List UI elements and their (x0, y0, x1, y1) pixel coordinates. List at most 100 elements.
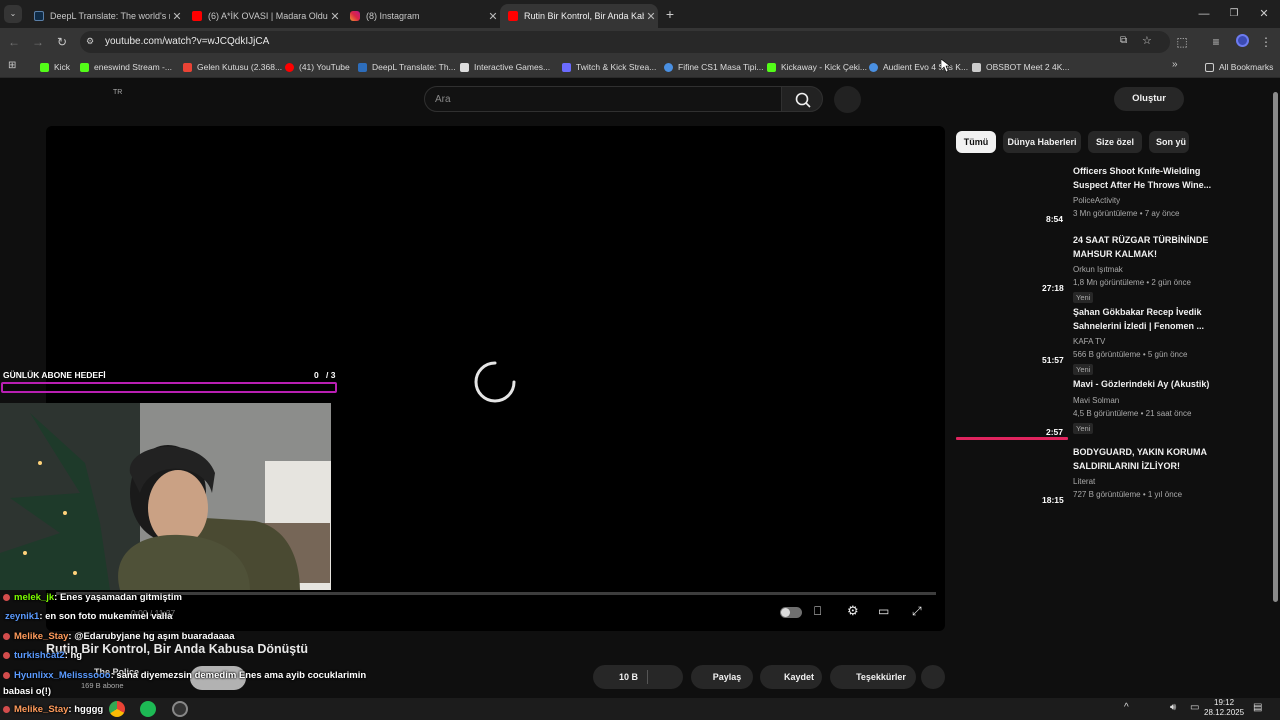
chrome-taskbar-icon[interactable] (109, 701, 125, 717)
search-input[interactable]: Ara (424, 86, 782, 112)
chat-message: Melike_Stay: @Edarubyjane hg aşım buarad… (3, 631, 234, 642)
goal-current: 0 (314, 370, 319, 380)
bookmark-item[interactable]: Gelen Kutusu (2.368... (183, 60, 282, 74)
video-meta: 1,8 Mn görüntüleme • 2 gün önce (1073, 278, 1191, 287)
bookmark-item[interactable]: eneswind Stream -... (80, 60, 172, 74)
channel-name[interactable]: Literat (1073, 477, 1213, 486)
chip-for-you[interactable]: Size özel (1088, 131, 1142, 153)
video-title[interactable]: Officers Shoot Knife-Wielding Suspect Af… (1073, 165, 1213, 192)
new-tab-button[interactable]: + (662, 6, 678, 22)
channel-name[interactable]: PoliceActivity (1073, 196, 1213, 205)
chevron-up-icon[interactable]: ^ (1124, 702, 1129, 713)
bookmark-item[interactable]: OBSBOT Meet 2 4K... (972, 60, 1069, 74)
close-icon[interactable]: ✕ (170, 10, 184, 23)
chip-world-news[interactable]: Dünya Haberleri (1003, 131, 1081, 153)
share-button[interactable]: Paylaş (691, 665, 753, 689)
badge-icon (3, 632, 10, 640)
bookmark-item[interactable]: DeepL Translate: Th... (358, 60, 456, 74)
url-text[interactable]: youtube.com/watch?v=wJCQdkIJjCA (105, 36, 269, 47)
bookmark-item[interactable]: Twitch & Kick Strea... (562, 60, 656, 74)
video-duration: 8:54 (1046, 214, 1064, 224)
tab-deepl[interactable]: DeepL Translate: The world's m ✕ (26, 4, 184, 28)
thanks-button[interactable]: Teşekkürler (830, 665, 916, 689)
chip-recent[interactable]: Son yü (1149, 131, 1189, 153)
site-info-icon[interactable]: ⚙ (86, 36, 94, 47)
bookmark-item[interactable]: Kickaway - Kick Çeki... (767, 60, 867, 74)
youtube-favicon-icon (192, 11, 202, 21)
chat-username: turkishcat2 (14, 650, 65, 661)
bookmark-star-icon[interactable]: ☆ (1142, 34, 1152, 47)
apps-grid-icon[interactable]: ⊞ (8, 60, 16, 71)
channel-name[interactable]: Orkun Işıtmak (1073, 265, 1213, 274)
more-actions-button[interactable] (921, 665, 945, 689)
fullscreen-icon[interactable]: ⤢ (912, 604, 922, 619)
tab-youtube-active[interactable]: Rutin Bir Kontrol, Bir Anda Kabu ✕ (500, 4, 658, 28)
save-button[interactable]: Kaydet (760, 665, 822, 689)
like-button[interactable]: 10 B (593, 665, 683, 689)
video-title[interactable]: Mavi - Gözlerindeki Ay (Akustik) (1073, 378, 1213, 392)
video-title[interactable]: BODYGUARD, YAKIN KORUMA SALDIRILARINI İZ… (1073, 446, 1213, 473)
tab-search-button[interactable]: ⌄ (4, 5, 22, 23)
chat-text: : hg (64, 650, 83, 661)
video-title[interactable]: 24 SAAT RÜZGAR TÜRBİNİNDE MAHSUR KALMAK! (1073, 234, 1213, 261)
all-bookmarks-button[interactable]: All Bookmarks (1205, 60, 1273, 74)
close-icon[interactable]: ✕ (328, 10, 342, 23)
close-icon[interactable]: ✕ (644, 10, 658, 23)
chip-all[interactable]: Tümü (956, 131, 996, 153)
like-count: 10 B (619, 672, 639, 682)
create-button[interactable]: Oluştur (1114, 87, 1184, 111)
network-icon[interactable]: ▭ (1190, 702, 1199, 713)
tab-youtube-video[interactable]: (6) A*İK OVASI | Madara Olduk ✕ (184, 4, 342, 28)
video-title[interactable]: Şahan Gökbakar Recep İvedik Sahnelerini … (1073, 306, 1213, 333)
channel-name[interactable]: Mavi Solman (1073, 396, 1213, 405)
tab-instagram[interactable]: (8) Instagram ✕ (342, 4, 500, 28)
theater-mode-icon[interactable]: ▭ (878, 604, 889, 618)
bookmark-item[interactable]: Interactive Games... (460, 60, 550, 74)
recommendation-item[interactable]: Officers Shoot Knife-Wielding Suspect Af… (1073, 165, 1213, 218)
progress-bar[interactable] (56, 592, 936, 595)
notification-icon[interactable]: ▤ (1253, 702, 1262, 713)
recommendation-item[interactable]: BODYGUARD, YAKIN KORUMA SALDIRILARINI İZ… (1073, 446, 1213, 499)
autoplay-toggle[interactable] (780, 607, 802, 618)
taskbar-time[interactable]: 19:12 (1214, 698, 1234, 707)
profile-avatar[interactable] (1234, 34, 1250, 50)
back-button[interactable]: ← (6, 34, 22, 50)
search-button[interactable] (781, 86, 823, 112)
recommendation-item[interactable]: 24 SAAT RÜZGAR TÜRBİNİNDE MAHSUR KALMAK!… (1073, 234, 1213, 305)
obs-taskbar-icon[interactable] (172, 701, 188, 717)
twitch-kick-icon (562, 62, 571, 72)
video-meta: 3 Mn görüntüleme • 7 ay önce (1073, 209, 1180, 218)
install-app-icon[interactable]: ⧉ (1120, 35, 1127, 46)
page-scrollbar[interactable] (1270, 78, 1280, 698)
settings-gear-icon[interactable]: ⚙ (847, 603, 859, 619)
maximize-button[interactable]: ❐ (1226, 6, 1242, 22)
address-bar[interactable]: ⚙ youtube.com/watch?v=wJCQdkIJjCA ⧉ ☆ (80, 31, 1170, 53)
channel-name[interactable]: KAFA TV (1073, 337, 1213, 346)
spotify-taskbar-icon[interactable] (140, 701, 156, 717)
extensions-icon[interactable]: ⬚ (1174, 34, 1190, 50)
goal-target: / 3 (326, 370, 336, 380)
scrollbar-thumb[interactable] (1273, 92, 1278, 602)
close-icon[interactable]: ✕ (486, 10, 500, 23)
chevron-right-icon[interactable]: » (1172, 59, 1178, 70)
recommendation-item[interactable]: Mavi - Gözlerindeki Ay (Akustik) Mavi So… (1073, 378, 1213, 436)
minimize-button[interactable]: — (1196, 6, 1212, 22)
subtitles-icon[interactable]: ⎕ (814, 604, 821, 619)
volume-icon[interactable]: 🔊︎ (1170, 702, 1176, 713)
reload-button[interactable]: ↻ (54, 34, 70, 50)
forward-button[interactable]: → (30, 34, 46, 50)
more-menu-icon[interactable]: ⋮ (1258, 34, 1274, 50)
taskbar-date[interactable]: 28.12.2025 (1204, 708, 1244, 717)
bookmark-item[interactable]: Audient Evo 4 Ses K... (869, 60, 968, 74)
bookmark-item[interactable]: Fifine CS1 Masa Tipi... (664, 60, 764, 74)
video-duration: 27:18 (1042, 283, 1064, 293)
window-close-button[interactable]: ✕ (1256, 6, 1272, 22)
recommendation-item[interactable]: Şahan Gökbakar Recep İvedik Sahnelerini … (1073, 306, 1213, 377)
voice-search-button[interactable] (834, 86, 861, 113)
chat-username: Melike_Stay (14, 631, 69, 642)
tab-title: DeepL Translate: The world's m (50, 11, 170, 21)
obsbot-icon (972, 62, 981, 72)
bookmark-item[interactable]: Kick (40, 60, 70, 74)
bookmark-item[interactable]: (41) YouTube (285, 60, 350, 74)
media-controls-icon[interactable]: ≡ (1208, 34, 1224, 50)
